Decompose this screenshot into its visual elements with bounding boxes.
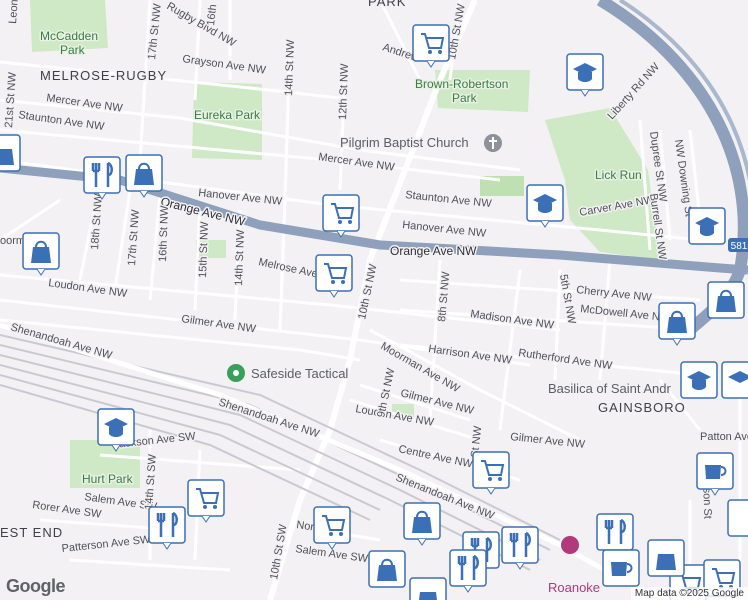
restaurant-marker[interactable] (596, 513, 634, 551)
cafe-marker[interactable] (647, 539, 685, 577)
shopping-marker[interactable] (368, 550, 406, 588)
street-label-orange-ave: Orange Ave NW (390, 244, 477, 258)
grocery-marker[interactable] (187, 479, 225, 523)
cafe-marker[interactable] (727, 499, 748, 537)
neighborhood-gainsboro: GAINSBORO (598, 400, 686, 415)
restaurant-marker[interactable] (83, 156, 121, 200)
museum-icon[interactable] (561, 536, 579, 554)
store-icon-dot (233, 370, 239, 376)
poi-label-pilgrim-baptist[interactable]: Pilgrim Baptist Church (339, 134, 471, 152)
shopping-marker[interactable] (125, 154, 163, 198)
neighborhood-park: PARK (368, 0, 406, 9)
highway-shield-label: 581 (731, 241, 748, 252)
park-label-eureka: Eureka Park (194, 108, 261, 122)
shopping-marker[interactable] (403, 502, 441, 546)
street-label-12th-st: 12th St NW (337, 63, 351, 120)
park-label-brown-robertson-1: Brown-Robertson (415, 77, 508, 91)
restaurant-marker[interactable] (449, 549, 487, 593)
street-label-oorm: oorm (0, 235, 25, 247)
street-label-15th-st: 15th St NW (197, 221, 211, 278)
map-canvas[interactable]: 581 MELROSE-RUGBY GAINSBORO EST END PARK… (0, 0, 748, 600)
school-marker[interactable] (680, 361, 718, 399)
grocery-marker[interactable] (322, 194, 360, 238)
grocery-marker[interactable] (472, 451, 510, 495)
neighborhood-melrose-rugby: MELROSE-RUGBY (40, 68, 167, 83)
street-label-16th-st-top: 16th (205, 4, 219, 27)
school-marker[interactable] (566, 53, 604, 97)
school-marker[interactable] (721, 361, 748, 399)
street-label-14th-st-2: 14th St NW (233, 229, 247, 286)
street-label-leon: Leon (7, 0, 21, 24)
restaurant-marker[interactable] (148, 506, 186, 550)
school-marker[interactable] (526, 184, 564, 228)
shopping-marker[interactable] (22, 232, 60, 276)
shopping-marker[interactable] (707, 281, 745, 319)
shopping-marker[interactable] (0, 134, 21, 172)
google-logo: Google (6, 576, 66, 596)
school-marker[interactable] (688, 207, 726, 245)
park-label-lick-run: Lick Run (595, 168, 642, 182)
grocery-marker[interactable] (315, 254, 353, 298)
park-label-mccadden-2: Park (60, 43, 86, 57)
shopping-marker[interactable] (409, 577, 447, 600)
cafe-marker[interactable] (696, 452, 734, 496)
park-label-brown-robertson-2: Park (452, 91, 478, 105)
poi-label-roanoke[interactable]: Roanoke (547, 579, 602, 597)
poi-label-basilica[interactable]: Basilica of Saint Andr (547, 380, 674, 398)
street-label-patton-ave: Patton Ave (700, 431, 748, 443)
cafe-marker[interactable] (602, 549, 640, 587)
highway-shield: 581 (728, 238, 748, 252)
street-label-14th-st: 14th St NW (283, 39, 297, 96)
grocery-marker[interactable] (412, 24, 450, 68)
park-label-mccadden-1: McCadden (40, 29, 98, 43)
shopping-marker[interactable] (658, 302, 696, 346)
grocery-marker[interactable] (313, 506, 351, 550)
restaurant-marker[interactable] (501, 526, 539, 570)
school-marker[interactable] (97, 408, 135, 452)
map-data-credit[interactable]: Map data ©2025 Google (630, 587, 748, 600)
street-label-16th-st: 16th St NW (157, 205, 171, 262)
park-label-hurt: Hurt Park (82, 472, 134, 486)
neighborhood-west-end: EST END (0, 525, 63, 540)
poi-label-safeside-tactical[interactable]: Safeside Tactical (250, 365, 350, 383)
